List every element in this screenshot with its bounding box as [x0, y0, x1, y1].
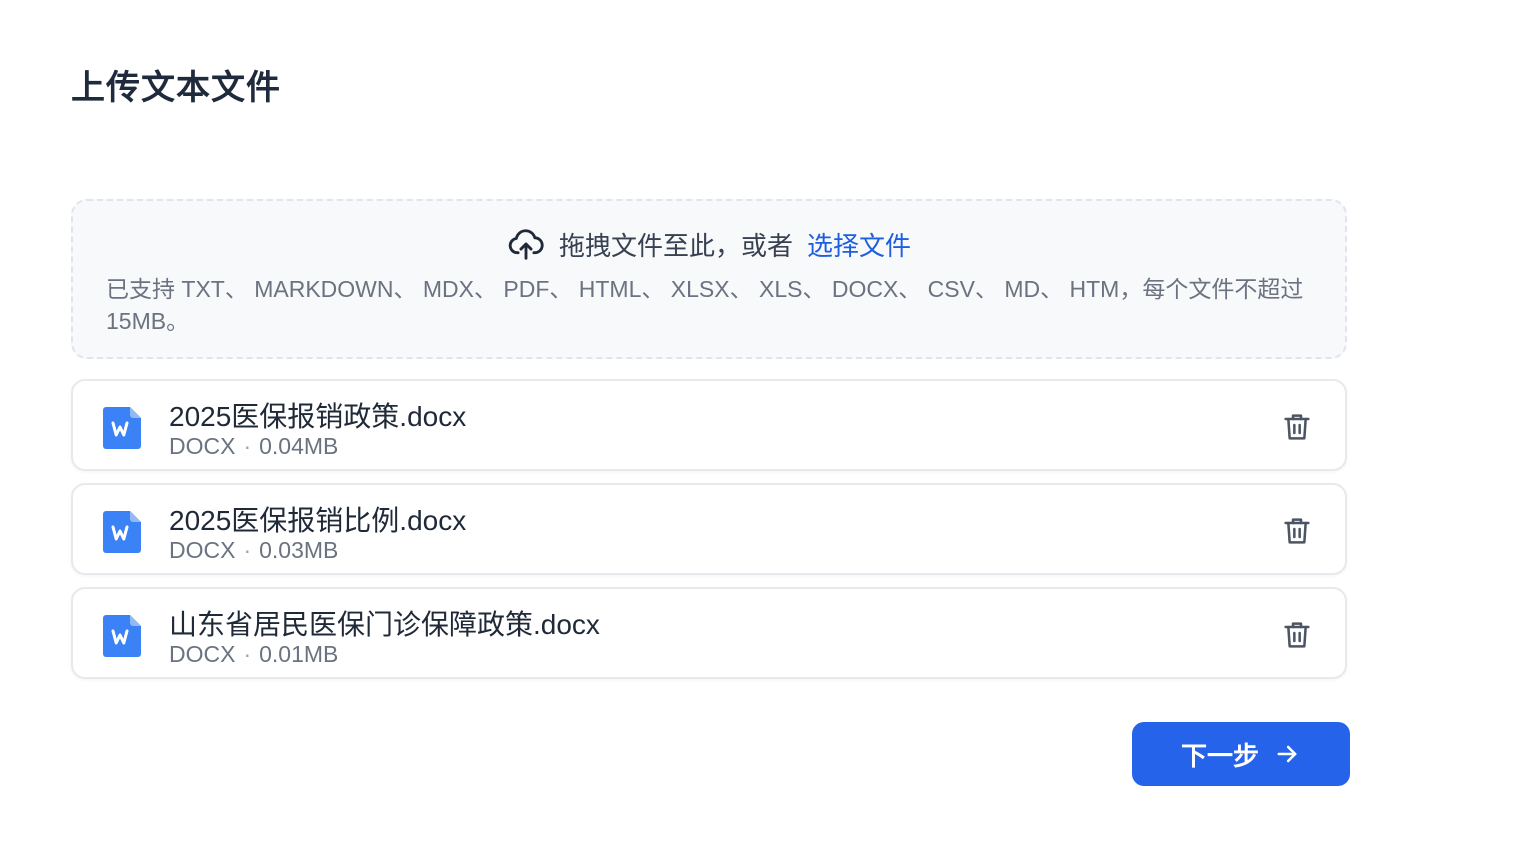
choose-file-link[interactable]: 选择文件	[807, 226, 911, 263]
file-item: 2025医保报销政策.docx DOCX · 0.04MB	[71, 379, 1347, 471]
supported-formats-hint: 已支持 TXT、 MARKDOWN、 MDX、 PDF、 HTML、 XLSX、…	[106, 276, 1304, 334]
trash-icon	[1284, 518, 1310, 544]
file-size: 0.03MB	[259, 537, 339, 563]
meta-separator: ·	[243, 433, 252, 459]
cloud-upload-icon	[507, 225, 545, 263]
file-item: 2025医保报销比例.docx DOCX · 0.03MB	[71, 483, 1347, 575]
file-type: DOCX	[169, 433, 236, 459]
dropzone-prompt-text: 拖拽文件至此，或者	[558, 230, 793, 261]
meta-separator: ·	[243, 537, 252, 563]
page-title: 上传文本文件	[71, 69, 281, 107]
file-meta: DOCX · 0.03MB	[169, 537, 338, 564]
next-step-button[interactable]: 下一步	[1132, 722, 1350, 786]
word-file-icon	[103, 407, 141, 449]
meta-separator: ·	[243, 641, 252, 667]
word-file-icon	[103, 511, 141, 553]
file-meta: DOCX · 0.01MB	[169, 641, 338, 668]
file-type: DOCX	[169, 641, 236, 667]
upload-page: 上传文本文件 拖拽文件至此，或者 选择文件 已支持 TXT、 MARKDOWN、…	[0, 0, 1532, 856]
trash-icon	[1284, 622, 1310, 648]
file-item: 山东省居民医保门诊保障政策.docx DOCX · 0.01MB	[71, 587, 1347, 679]
delete-file-button[interactable]	[1281, 515, 1313, 547]
file-size: 0.04MB	[259, 433, 339, 459]
file-type: DOCX	[169, 537, 236, 563]
file-dropzone[interactable]: 拖拽文件至此，或者 选择文件 已支持 TXT、 MARKDOWN、 MDX、 P…	[71, 199, 1347, 359]
dropzone-prompt-row: 拖拽文件至此，或者 选择文件	[73, 225, 1345, 263]
word-file-icon	[103, 615, 141, 657]
delete-file-button[interactable]	[1281, 411, 1313, 443]
file-name: 2025医保报销政策.docx	[169, 401, 467, 432]
file-name: 2025医保报销比例.docx	[169, 505, 467, 536]
next-step-label: 下一步	[1180, 740, 1259, 771]
file-meta: DOCX · 0.04MB	[169, 433, 338, 460]
delete-file-button[interactable]	[1281, 619, 1313, 651]
arrow-right-icon	[1273, 740, 1301, 768]
file-size: 0.01MB	[259, 641, 339, 667]
trash-icon	[1284, 414, 1310, 440]
file-name: 山东省居民医保门诊保障政策.docx	[169, 609, 600, 640]
